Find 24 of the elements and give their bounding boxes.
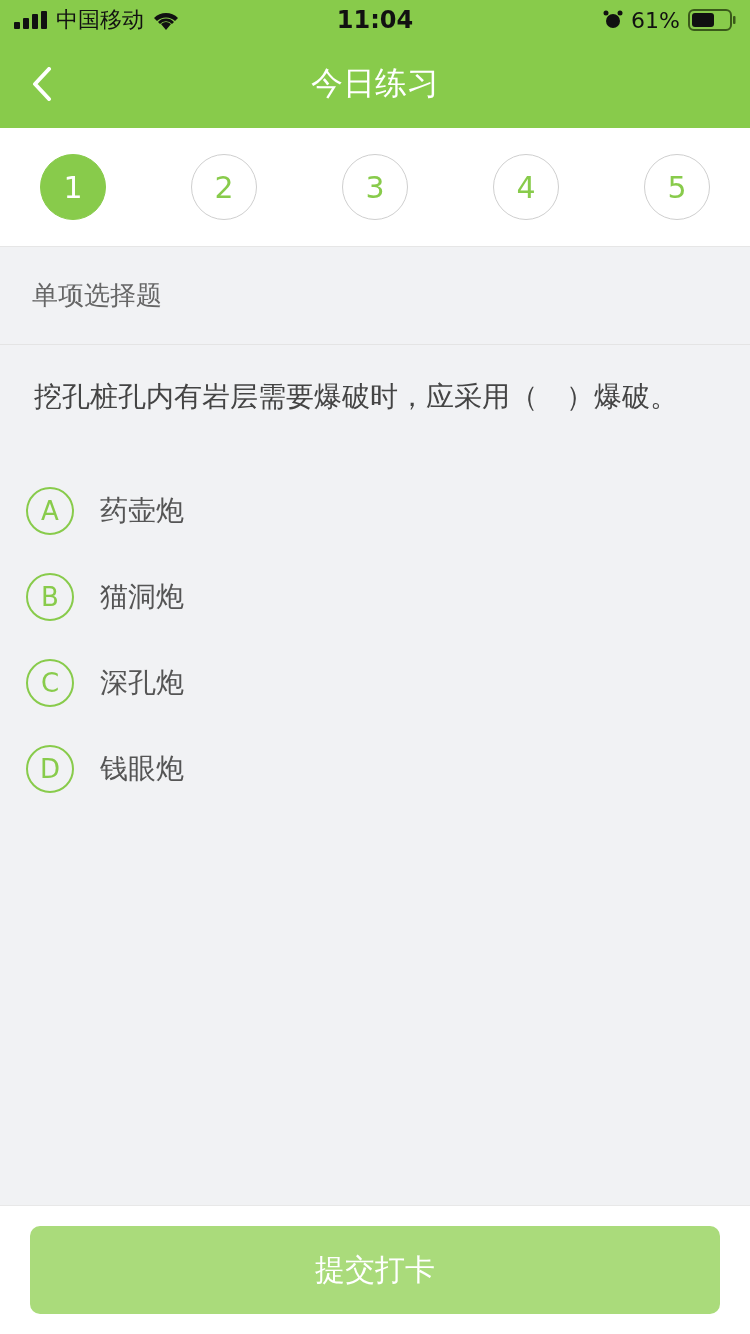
battery-percent: 61% [631, 7, 680, 33]
question-step[interactable]: 2 [191, 154, 257, 220]
alarm-icon [603, 10, 624, 30]
option-text[interactable]: 钱眼炮 [100, 750, 184, 788]
question-step[interactable]: 1 [40, 154, 106, 220]
carrier-name: 中国移动 [56, 6, 144, 34]
back-icon [32, 67, 52, 101]
question-step[interactable]: 3 [342, 154, 408, 220]
question-type: 单项选择题 [0, 247, 750, 345]
option-letter[interactable]: A [26, 487, 74, 535]
wifi-icon [152, 10, 180, 30]
question-text: 挖孔桩孔内有岩层需要爆破时，应采用（ ）爆破。 [33, 379, 679, 415]
option-letter[interactable]: C [26, 659, 74, 707]
option-text[interactable]: 猫洞炮 [100, 578, 184, 616]
question-step[interactable]: 4 [493, 154, 559, 220]
signal-icon [14, 11, 48, 29]
option-text[interactable]: 深孔炮 [100, 664, 184, 702]
status-time: 11:04 [336, 6, 414, 34]
page-title: 今日练习 [311, 63, 439, 104]
question-step[interactable]: 5 [644, 154, 710, 220]
option-text[interactable]: 药壶炮 [100, 492, 184, 530]
option-letter[interactable]: D [26, 745, 74, 793]
option-letter[interactable]: B [26, 573, 74, 621]
battery-icon [688, 9, 736, 31]
